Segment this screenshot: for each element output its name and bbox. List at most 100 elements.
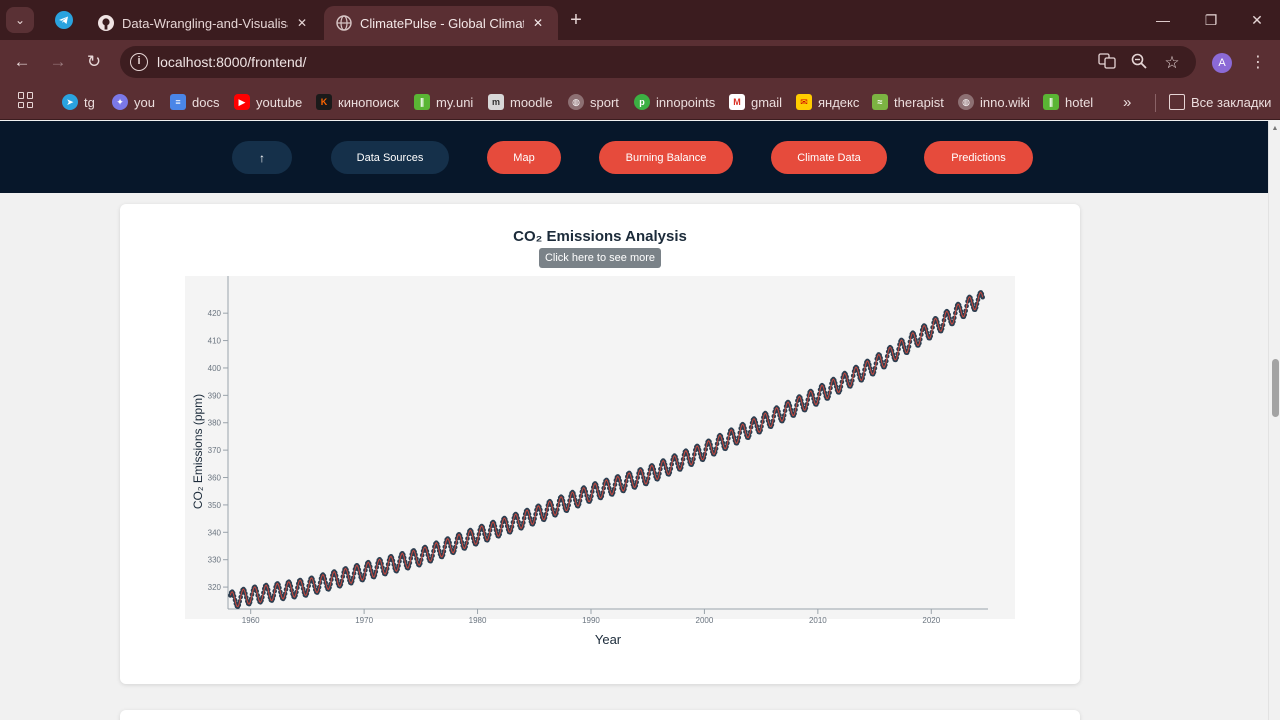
bookmark-yandex[interactable]: ✉ яндекс: [796, 92, 859, 112]
minimize-icon[interactable]: —: [1140, 8, 1186, 32]
y-tick-label: 320: [208, 583, 222, 592]
address-bar[interactable]: i localhost:8000/frontend/ ☆: [120, 46, 1196, 78]
chevron-down-icon: ⌄: [14, 13, 26, 27]
forward-arrow-icon[interactable]: →: [46, 50, 70, 74]
scroll-up-icon[interactable]: ▲: [1271, 125, 1279, 133]
innopoints-icon: p: [634, 94, 650, 110]
nav-predictions[interactable]: Predictions: [924, 141, 1033, 174]
bookmark-label: sport: [590, 94, 619, 110]
nav-burning-balance[interactable]: Burning Balance: [599, 141, 733, 174]
sparkle-icon: ✦: [112, 94, 128, 110]
tab-title: ClimatePulse - Global Climate C: [360, 15, 524, 31]
x-tick-label: 1970: [355, 616, 373, 625]
y-tick-label: 360: [208, 474, 222, 483]
browser-toolbar: ← → ↻ i localhost:8000/frontend/ ☆ A ⋮: [0, 40, 1280, 84]
page-scrollbar[interactable]: ▲: [1268, 121, 1280, 720]
y-tick-label: 400: [208, 364, 222, 373]
bookmark-label: яндекс: [818, 94, 860, 110]
bookmark-label: hotel: [1065, 94, 1094, 110]
github-icon: [98, 15, 114, 31]
bookmark-label: therapist: [894, 94, 944, 110]
bookmarks-divider: [1155, 94, 1156, 112]
more-bookmarks-button[interactable]: »: [1123, 92, 1131, 112]
bookmark-hotel[interactable]: ∥ hotel: [1043, 92, 1093, 112]
bookmark-tg[interactable]: ➤ tg: [62, 92, 95, 112]
bookmarks-bar: ➤ tg ✦ you ≡ docs ▶ youtube Kкинопоиск ∥ my.u…: [0, 84, 1280, 120]
y-tick-label: 410: [208, 337, 222, 346]
window-close-icon[interactable]: ✕: [1234, 8, 1280, 32]
zoom-icon[interactable]: [1128, 52, 1150, 74]
hotel-icon: ∥: [1043, 94, 1059, 110]
y-tick-label: 350: [208, 501, 222, 510]
bookmark-you[interactable]: ✦ you: [112, 92, 155, 112]
bookmark-label: docs: [192, 94, 220, 110]
x-tick-label: 2000: [696, 616, 714, 625]
profile-avatar[interactable]: A: [1212, 53, 1232, 73]
bookmark-label: gmail: [751, 94, 783, 110]
bookmark-label: кинопоиск: [338, 94, 400, 110]
site-navbar: ↑ Data Sources Map Burning Balance Clima…: [0, 121, 1268, 193]
telegram-icon: [55, 11, 73, 29]
x-tick-label: 1960: [242, 616, 260, 625]
x-tick-label: 2020: [922, 616, 940, 625]
scroll-top-button[interactable]: ↑: [232, 141, 292, 174]
co2-chart-card: CO₂ Emissions Analysis Click here to see…: [120, 204, 1080, 684]
nav-map[interactable]: Map: [487, 141, 561, 174]
nav-climate-data[interactable]: Climate Data: [771, 141, 887, 174]
y-tick-label: 380: [208, 419, 222, 428]
folder-icon: [1169, 94, 1185, 110]
nav-data-sources[interactable]: Data Sources: [331, 141, 449, 174]
bookmark-label: moodle: [510, 94, 553, 110]
bookmark-gmail[interactable]: Mgmail: [729, 92, 782, 112]
bookmark-inno-wiki[interactable]: ◍ inno.wiki: [958, 92, 1030, 112]
translate-icon[interactable]: [1096, 52, 1118, 74]
x-tick-label: 1990: [582, 616, 600, 625]
bookmark-label: tg: [84, 94, 95, 110]
url-text[interactable]: localhost:8000/frontend/: [157, 54, 306, 70]
close-icon[interactable]: ✕: [294, 16, 310, 30]
reload-icon[interactable]: ↻: [82, 50, 106, 74]
bookmark-my-uni[interactable]: ∥ my.uni: [414, 92, 473, 112]
bookmark-label: my.uni: [436, 94, 474, 110]
bookmark-therapist[interactable]: ≈ therapist: [872, 92, 944, 112]
apps-grid-icon[interactable]: [18, 92, 34, 108]
tab-strip: ⌄ Data-Wrangling-and-Visualisati ✕ Clima…: [0, 0, 1280, 40]
tab-climatepulse[interactable]: ClimatePulse - Global Climate C ✕: [324, 6, 558, 40]
x-tick-label: 2010: [809, 616, 827, 625]
bookmark-star-icon[interactable]: ☆: [1161, 52, 1183, 74]
bookmark-innopoints[interactable]: p innopoints: [634, 92, 715, 112]
back-arrow-icon[interactable]: ←: [10, 50, 34, 74]
gmail-icon: M: [729, 94, 745, 110]
bookmark-docs[interactable]: ≡ docs: [170, 92, 219, 112]
x-tick-label: 1980: [469, 616, 487, 625]
series-line: [229, 291, 984, 608]
y-tick-label: 330: [208, 556, 222, 565]
mail-icon: ✉: [796, 94, 812, 110]
next-section-card: [120, 710, 1080, 720]
close-icon[interactable]: ✕: [530, 16, 546, 30]
all-bookmarks-folder[interactable]: Все закладки: [1169, 92, 1271, 112]
bookmark-sport[interactable]: ◍ sport: [568, 92, 619, 112]
browser-menu-icon[interactable]: ⋮: [1248, 52, 1268, 74]
y-axis-label: CO₂ Emissions (ppm): [191, 394, 205, 509]
new-tab-button[interactable]: +: [564, 8, 588, 32]
y-tick-label: 390: [208, 391, 222, 400]
docs-icon: ≡: [170, 94, 186, 110]
scroll-thumb[interactable]: [1272, 359, 1279, 417]
y-tick-label: 340: [208, 528, 222, 537]
bookmark-label: inno.wiki: [980, 94, 1030, 110]
bookmark-label: youtube: [256, 94, 303, 110]
tab-title: Data-Wrangling-and-Visualisati: [122, 15, 288, 31]
co2-line-chart: 320 330 340 350 360 370 380 390 400 410 420 1960 197…: [191, 276, 988, 647]
tab-search-button[interactable]: ⌄: [6, 7, 34, 33]
uni-icon: ∥: [414, 94, 430, 110]
bookmark-youtube[interactable]: ▶ youtube: [234, 92, 302, 112]
tab-github[interactable]: Data-Wrangling-and-Visualisati ✕: [86, 6, 322, 40]
restore-icon[interactable]: ❐: [1188, 8, 1234, 32]
site-info-icon[interactable]: i: [130, 53, 148, 71]
kinopoisk-icon: K: [316, 94, 332, 110]
bookmark-kinopoisk[interactable]: Kкинопоиск: [316, 92, 399, 112]
pinned-tab-telegram[interactable]: [46, 8, 82, 32]
bookmark-moodle[interactable]: m moodle: [488, 92, 553, 112]
globe-icon: ◍: [568, 94, 584, 110]
